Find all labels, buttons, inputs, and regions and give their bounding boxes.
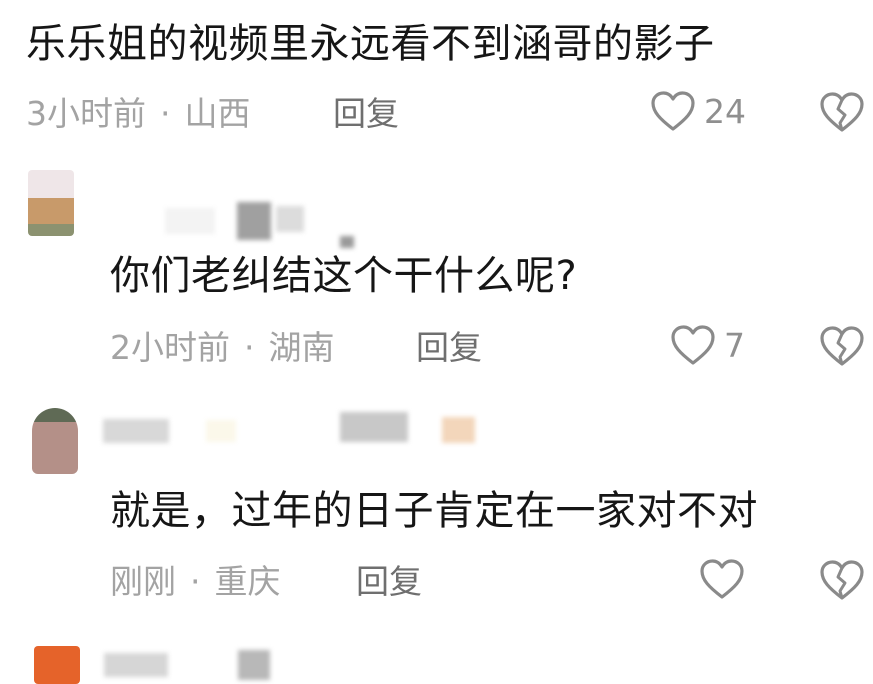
avatar[interactable]: [34, 646, 80, 684]
like-button-3[interactable]: [699, 558, 745, 600]
comment-time: 刚刚: [110, 562, 176, 601]
comment-time: 3小时前: [26, 94, 146, 133]
username-redacted: [238, 650, 270, 680]
avatar[interactable]: [32, 408, 78, 474]
dislike-button-2[interactable]: [819, 325, 865, 371]
dislike-button-3[interactable]: [819, 559, 865, 605]
like-count-1: 24: [704, 91, 746, 131]
meta-separator: ·: [160, 94, 171, 133]
reply-button-2[interactable]: 回复: [416, 331, 482, 364]
broken-heart-icon: [820, 92, 864, 132]
comment-text-3: 就是，过年的日子肯定在一家对不对: [110, 488, 758, 534]
comment-location: 湖南: [268, 328, 335, 367]
comment-meta-3: 刚刚 · 重庆: [110, 565, 281, 598]
like-button-1[interactable]: 24: [650, 90, 746, 132]
broken-heart-icon: [820, 560, 864, 600]
meta-separator: ·: [190, 562, 201, 601]
meta-separator: ·: [244, 328, 255, 367]
heart-outline-icon: [700, 559, 744, 599]
username-redacted: [206, 420, 236, 442]
reply-button-3[interactable]: 回复: [356, 565, 422, 598]
like-count-2: 7: [724, 325, 745, 365]
avatar[interactable]: [28, 170, 74, 236]
comment-meta-2: 2小时前 · 湖南: [110, 331, 335, 364]
comment-location: 山西: [184, 94, 251, 133]
broken-heart-icon: [820, 326, 864, 366]
username-redacted: [276, 206, 304, 232]
username-redacted: [442, 417, 475, 443]
heart-outline-icon: [651, 91, 695, 131]
username-redacted: [237, 202, 271, 240]
heart-outline-icon: [671, 325, 715, 365]
username-redacted: [103, 419, 169, 443]
username-redacted: [165, 208, 215, 234]
username-redacted: [340, 236, 354, 248]
comment-time: 2小时前: [110, 328, 230, 367]
comment-location: 重庆: [214, 562, 281, 601]
comment-text-1: 乐乐姐的视频里永远看不到涵哥的影子: [26, 21, 715, 67]
reply-button-1[interactable]: 回复: [333, 97, 399, 130]
like-button-2[interactable]: 7: [670, 324, 745, 366]
username-redacted: [340, 412, 408, 442]
dislike-button-1[interactable]: [819, 91, 865, 137]
username-redacted: [104, 653, 168, 677]
comment-text-2: 你们老纠结这个干什么呢?: [110, 253, 578, 299]
comment-meta-1: 3小时前 · 山西: [26, 97, 251, 130]
